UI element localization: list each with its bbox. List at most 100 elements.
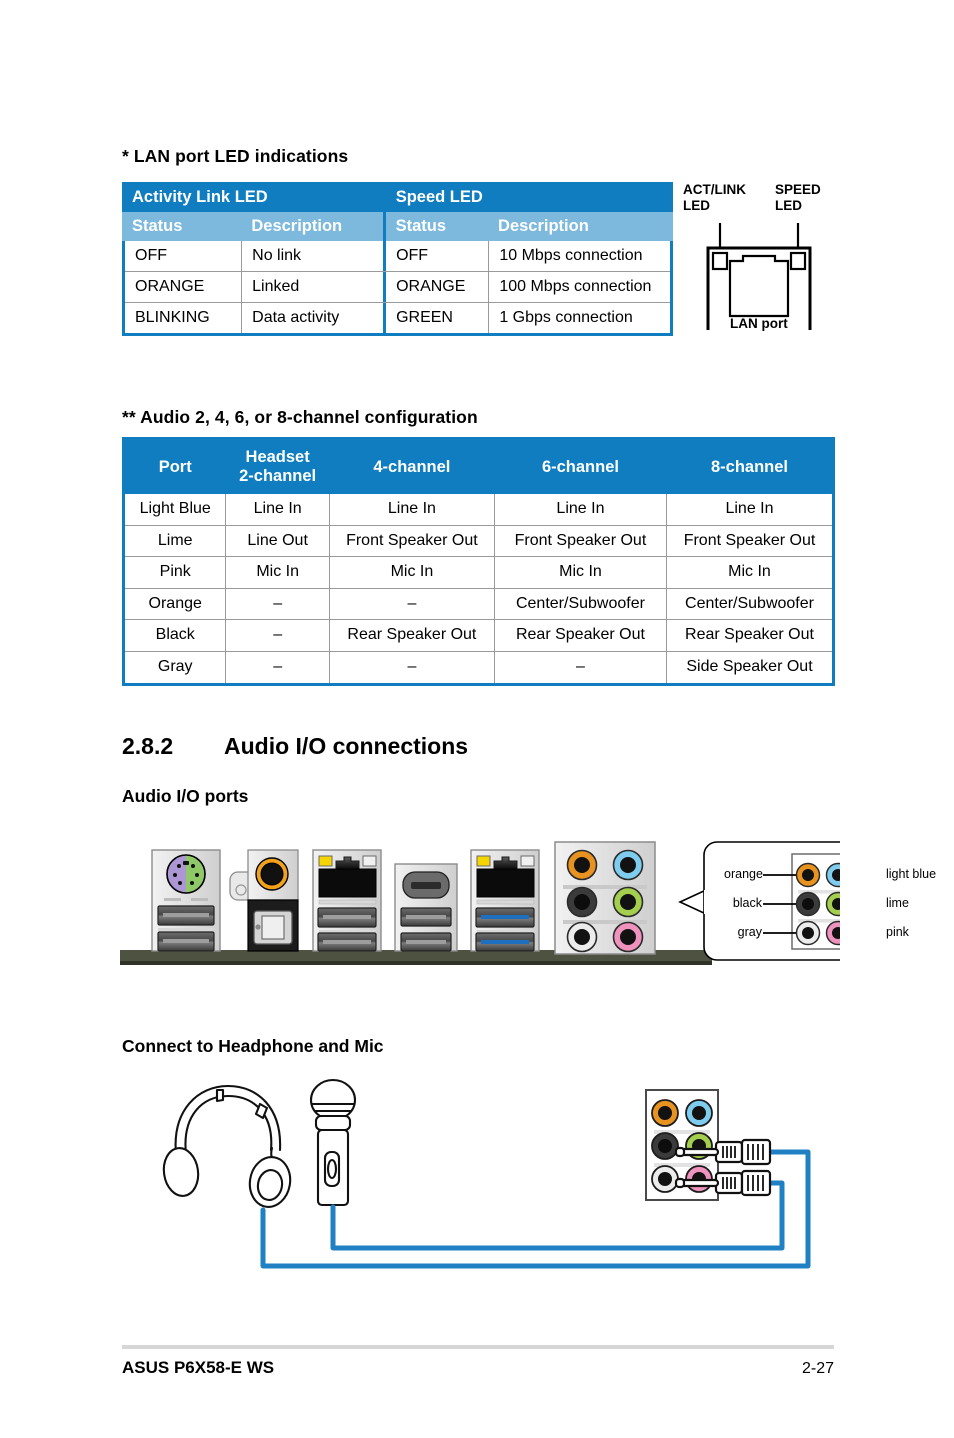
callout-label-black: black: [732, 896, 762, 910]
cell-6ch: Center/Subwoofer: [494, 588, 666, 620]
footer-divider: [122, 1345, 834, 1349]
rear-io-panel-diagram: orange black gray light blue lime pink: [120, 832, 937, 977]
audio-config-heading: ** Audio 2, 4, 6, or 8-channel configura…: [122, 407, 478, 427]
table-row: Lime Line Out Front Speaker Out Front Sp…: [125, 525, 833, 557]
cell-port: Gray: [125, 651, 226, 683]
audio-jack-pink: [612, 921, 644, 953]
cell-4ch: –: [329, 588, 494, 620]
callout-label-orange: orange: [724, 867, 763, 881]
header-6-channel: 6-channel: [494, 440, 666, 494]
cell-port: Lime: [125, 525, 226, 557]
cell-8ch: Front Speaker Out: [666, 525, 833, 557]
lan-led-heading: * LAN port LED indications: [122, 146, 349, 166]
audio-jack-gray: [566, 921, 598, 953]
page-number: 2-27: [801, 1360, 834, 1377]
table-header-row: Port Headset 2-channel 4-channel 6-chann…: [125, 440, 833, 494]
header-headset-2-channel: Headset 2-channel: [226, 440, 329, 494]
lan-led-table: Activity Link LED Speed LED Status Descr…: [122, 182, 673, 336]
microphone-icon: [309, 1078, 357, 1207]
table-header-row: Activity Link LED Speed LED: [122, 182, 673, 212]
cell-port: Orange: [125, 588, 226, 620]
audio-jack-orange: [566, 849, 598, 881]
table-row: Light Blue Line In Line In Line In Line …: [125, 494, 833, 525]
audio-channel-table: Port Headset 2-channel 4-channel 6-chann…: [122, 437, 835, 686]
cell-status: OFF: [125, 241, 242, 271]
header-activity-link-led: Activity Link LED: [122, 182, 383, 212]
callout-label-lime: lime: [886, 896, 909, 910]
table-row: Pink Mic In Mic In Mic In Mic In: [125, 557, 833, 588]
section-number: 2.8.2: [122, 733, 174, 759]
cell-6ch: Front Speaker Out: [494, 525, 666, 557]
headphone-icon: [162, 1084, 292, 1208]
table-row: BLINKING Data activity GREEN 1 Gbps conn…: [125, 303, 670, 333]
cell-port: Pink: [125, 557, 226, 588]
cell-description: 1 Gbps connection: [489, 303, 670, 333]
callout-label-pink: pink: [886, 925, 909, 939]
footer-product-name: ASUS P6X58-E WS: [122, 1358, 275, 1377]
cell-8ch: Side Speaker Out: [666, 651, 833, 683]
act-link-led-label: ACT/LINK LED: [683, 182, 746, 214]
cell-8ch: Rear Speaker Out: [666, 620, 833, 651]
cell-status: ORANGE: [125, 272, 242, 302]
cell-description: Data activity: [242, 303, 384, 333]
cell-4ch: Rear Speaker Out: [329, 620, 494, 651]
page-title: Audio I/O connections: [224, 733, 469, 759]
header-4-channel: 4-channel: [329, 440, 494, 494]
subheader-description-speed: Description: [488, 212, 673, 241]
cell-4ch: Front Speaker Out: [329, 525, 494, 557]
cell-status: OFF: [386, 241, 489, 271]
speed-led-label-line2: LED: [775, 198, 802, 213]
cell-4ch: Mic In: [329, 557, 494, 588]
cell-2ch: –: [226, 651, 329, 683]
lan-port-icon: [706, 223, 812, 330]
callout-label-light-blue: light blue: [886, 867, 937, 881]
table-row: ORANGE Linked ORANGE 100 Mbps connection: [125, 272, 670, 302]
connect-headphone-mic-heading: Connect to Headphone and Mic: [122, 1036, 384, 1056]
cell-8ch: Center/Subwoofer: [666, 588, 833, 620]
cell-2ch: Line Out: [226, 525, 329, 557]
table-row: OFF No link OFF 10 Mbps connection: [125, 241, 670, 271]
table-row: Orange – – Center/Subwoofer Center/Subwo…: [125, 588, 833, 620]
cell-6ch: –: [494, 651, 666, 683]
audio-jack-light-blue: [612, 849, 644, 881]
cell-2ch: –: [226, 620, 329, 651]
cell-6ch: Rear Speaker Out: [494, 620, 666, 651]
cell-8ch: Mic In: [666, 557, 833, 588]
speed-led-label-line1: SPEED: [775, 182, 821, 197]
subheader-status-activity: Status: [122, 212, 242, 241]
table-subheader-row: Status Description Status Description: [122, 212, 673, 241]
cell-4ch: Line In: [329, 494, 494, 525]
lan-port-diagram: ACT/LINK LED SPEED LED LAN port: [680, 182, 850, 337]
cell-6ch: Line In: [494, 494, 666, 525]
act-link-led-label-line1: ACT/LINK: [683, 182, 746, 197]
cell-description: Linked: [242, 272, 384, 302]
cell-description: 100 Mbps connection: [489, 272, 670, 302]
lan-port-caption: LAN port: [730, 316, 788, 331]
header-8-channel: 8-channel: [666, 440, 833, 494]
audio-io-ports-heading: Audio I/O ports: [122, 786, 249, 806]
audio-jack-black: [566, 886, 598, 918]
cell-status: GREEN: [386, 303, 489, 333]
document-page: * LAN port LED indications Activity Link…: [0, 0, 954, 1438]
cell-8ch: Line In: [666, 494, 833, 525]
cell-6ch: Mic In: [494, 557, 666, 588]
cell-port: Light Blue: [125, 494, 226, 525]
cell-2ch: Mic In: [226, 557, 329, 588]
speed-led-label: SPEED LED: [775, 182, 821, 214]
headphone-mic-diagram: [120, 1070, 860, 1285]
subheader-status-speed: Status: [385, 212, 489, 241]
subheader-description-activity: Description: [241, 212, 383, 241]
cell-2ch: –: [226, 588, 329, 620]
header-port: Port: [125, 440, 226, 494]
header-speed-led: Speed LED: [385, 182, 673, 212]
callout-label-gray: gray: [737, 925, 762, 939]
headphone-mic-svg: [162, 1078, 811, 1269]
cell-4ch: –: [329, 651, 494, 683]
header-headset-line1: Headset: [245, 448, 310, 466]
cell-status: BLINKING: [125, 303, 242, 333]
table-row: Black – Rear Speaker Out Rear Speaker Ou…: [125, 620, 833, 651]
cell-description: 10 Mbps connection: [489, 241, 670, 271]
cell-port: Black: [125, 620, 226, 651]
audio-jack-lime: [612, 886, 644, 918]
header-headset-line2: 2-channel: [239, 467, 317, 485]
